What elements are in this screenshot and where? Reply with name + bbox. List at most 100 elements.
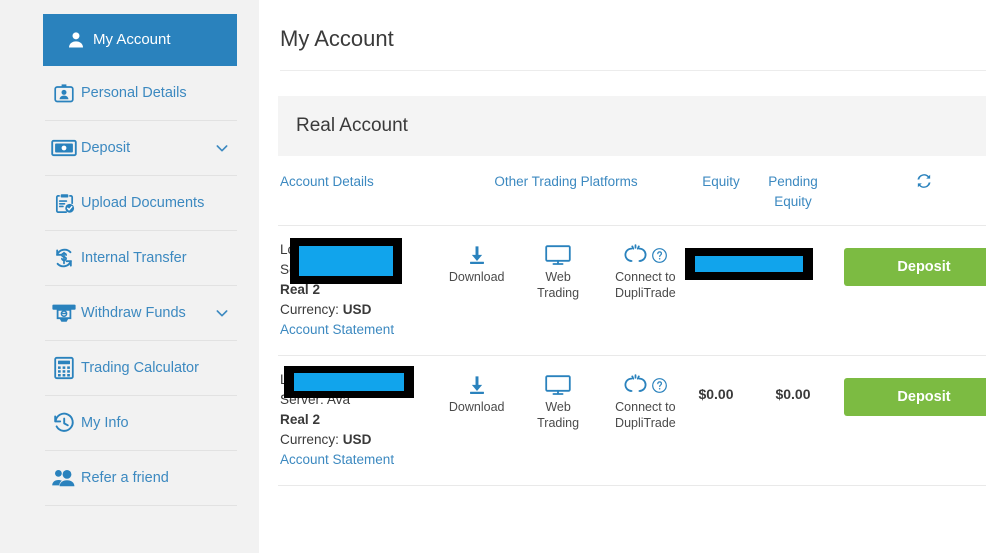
atm-cash-icon xyxy=(47,302,81,324)
column-header-account-details: Account Details xyxy=(280,174,374,189)
platform-list: Download Web Trading Connect to DupliTra… xyxy=(448,370,680,431)
platform-label: Connect to DupliTrade xyxy=(615,270,676,300)
main-content: My Account Real Account Account Details … xyxy=(259,0,986,553)
panel-title-real-account: Real Account xyxy=(278,96,986,156)
sidebar-item-my-info[interactable]: My Info xyxy=(45,396,237,451)
duplitrade-icon xyxy=(611,370,680,400)
question-circle-icon xyxy=(651,247,667,263)
platform-web-trading[interactable]: Web Trading xyxy=(529,240,586,301)
account-type: Real 2 xyxy=(280,411,321,427)
platform-label: Connect to DupliTrade xyxy=(615,400,676,430)
download-icon xyxy=(448,240,505,270)
sidebar-nav: My Account Personal Details Deposit Uplo… xyxy=(43,14,237,506)
sidebar: My Account Personal Details Deposit Uplo… xyxy=(0,0,259,553)
duplitrade-icon xyxy=(611,240,680,270)
currency-line: Currency: USD xyxy=(280,300,448,320)
id-card-icon xyxy=(47,81,81,105)
cell-actions: Deposit xyxy=(834,225,986,356)
cell-equity: $0.00 xyxy=(680,355,752,487)
platform-download[interactable]: Download xyxy=(448,240,505,301)
cell-pending-equity: $0.00 xyxy=(752,355,834,487)
redaction-overlay-login-server xyxy=(284,366,414,399)
platform-list: Download Web Trading Connect to DupliTra… xyxy=(448,240,680,301)
accounts-table: Account Details Other Trading Platforms … xyxy=(278,156,986,487)
table-row: Login: Server: Real 2 xyxy=(278,225,986,356)
deposit-button[interactable]: Deposit xyxy=(844,378,986,417)
chevron-down-icon[interactable] xyxy=(207,140,237,156)
account-statement-link[interactable]: Account Statement xyxy=(280,320,448,340)
download-icon xyxy=(448,370,505,400)
column-header-actions xyxy=(834,156,986,226)
currency-line: Currency: USD xyxy=(280,430,448,450)
page-title: My Account xyxy=(280,0,986,71)
redaction-bar xyxy=(294,373,404,392)
banknote-icon xyxy=(47,138,81,158)
cell-account-details: Login: Server: Ava Real 2 xyxy=(278,355,448,487)
equity-value: $0.00 xyxy=(698,386,734,403)
column-header-pending-equity: Pending Equity xyxy=(768,174,818,209)
sidebar-item-upload-documents[interactable]: Upload Documents xyxy=(45,176,237,231)
sidebar-item-label: Upload Documents xyxy=(81,194,205,211)
sidebar-item-deposit[interactable]: Deposit xyxy=(45,121,237,176)
clipboard-check-icon xyxy=(47,192,81,215)
sidebar-item-trading-calculator[interactable]: Trading Calculator xyxy=(45,341,237,396)
sidebar-item-my-account[interactable]: My Account xyxy=(43,14,237,66)
cell-pending-equity xyxy=(752,225,834,356)
sidebar-item-label: Deposit xyxy=(81,139,131,156)
column-header-other-trading-platforms: Other Trading Platforms xyxy=(494,174,638,189)
currency-label: Currency: xyxy=(280,301,339,317)
sidebar-item-internal-transfer[interactable]: Internal Transfer xyxy=(45,231,237,286)
refresh-icon[interactable] xyxy=(915,172,933,196)
cell-platforms: Download Web Trading Connect to DupliTra… xyxy=(448,355,680,487)
platform-label: Web Trading xyxy=(537,400,580,430)
people-icon xyxy=(47,467,81,489)
sidebar-item-label: Internal Transfer xyxy=(81,249,187,266)
monitor-icon xyxy=(529,370,586,400)
sidebar-item-label: My Account xyxy=(93,31,171,49)
sidebar-item-withdraw-funds[interactable]: Withdraw Funds xyxy=(45,286,237,341)
user-icon xyxy=(59,30,93,50)
deposit-button[interactable]: Deposit xyxy=(844,248,986,287)
platform-web-trading[interactable]: Web Trading xyxy=(529,370,586,431)
column-header-equity: Equity xyxy=(702,174,740,189)
calculator-icon xyxy=(47,356,81,380)
sidebar-item-label: Personal Details xyxy=(81,84,187,101)
table-row: Login: Server: Ava Real 2 xyxy=(278,355,986,487)
cell-equity xyxy=(680,225,813,356)
sidebar-item-label: Trading Calculator xyxy=(81,359,199,376)
sidebar-item-label: My Info xyxy=(81,414,129,431)
sidebar-item-label: Withdraw Funds xyxy=(81,304,186,321)
currency-value: USD xyxy=(342,301,372,317)
table-header-row: Account Details Other Trading Platforms … xyxy=(278,156,986,226)
sidebar-item-refer-a-friend[interactable]: Refer a friend xyxy=(45,451,237,506)
platform-label: Web Trading xyxy=(537,270,580,300)
platform-download[interactable]: Download xyxy=(448,370,505,431)
chevron-down-icon[interactable] xyxy=(207,305,237,321)
redaction-overlay-equity xyxy=(685,248,813,281)
redaction-overlay-login-server xyxy=(290,238,402,285)
monitor-icon xyxy=(529,240,586,270)
transfer-dollar-icon xyxy=(47,246,81,270)
platform-label: Download xyxy=(448,400,505,415)
accounts-table-body: Login: Server: Real 2 xyxy=(278,225,986,487)
cell-account-details: Login: Server: Real 2 xyxy=(278,225,448,356)
cell-platforms: Download Web Trading Connect to DupliTra… xyxy=(448,225,680,356)
pending-equity-value: $0.00 xyxy=(775,386,811,403)
sidebar-item-personal-details[interactable]: Personal Details xyxy=(45,66,237,121)
history-clock-icon xyxy=(47,411,81,435)
account-details-wrap: Login: Server: Ava Real 2 xyxy=(280,366,448,470)
content-inner: My Account Real Account Account Details … xyxy=(259,0,986,487)
currency-value: USD xyxy=(342,431,372,447)
sidebar-item-label: Refer a friend xyxy=(81,469,169,486)
currency-label: Currency: xyxy=(280,431,339,447)
equity-value-wrap xyxy=(680,240,813,281)
cell-actions: Deposit xyxy=(834,355,986,487)
platform-duplitrade[interactable]: Connect to DupliTrade xyxy=(611,370,680,431)
accounts-table-head: Account Details Other Trading Platforms … xyxy=(278,156,986,226)
platform-label: Download xyxy=(448,270,505,285)
account-statement-link[interactable]: Account Statement xyxy=(280,450,448,470)
redaction-bar xyxy=(695,256,803,273)
platform-duplitrade[interactable]: Connect to DupliTrade xyxy=(611,240,680,301)
redaction-bar xyxy=(299,246,393,277)
app-root: My Account Personal Details Deposit Uplo… xyxy=(0,0,986,553)
